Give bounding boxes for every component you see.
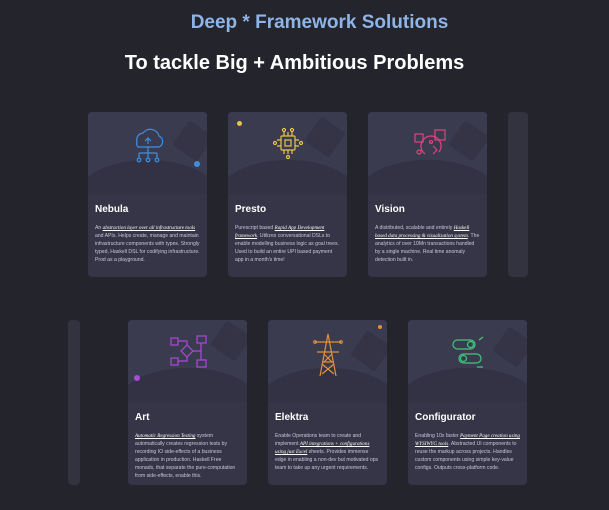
accent-dot [378,325,382,329]
card-presto[interactable]: Presto Purescript based Rapid App Develo… [228,112,347,277]
card-nebula[interactable]: Nebula An abstraction layer over all inf… [88,112,207,277]
card-description: Enable Operations team to create and imp… [275,433,379,471]
card-illustration [268,320,387,402]
card-partial-left [68,320,80,485]
section-kicker: Deep * Framework Solutions [190,12,449,33]
card-configurator[interactable]: Configurator Enabling 10x faster Payment… [408,320,527,485]
card-description: An abstraction layer over all infrastruc… [95,225,200,263]
card-description: A distributed, scalable and entirely Has… [375,225,480,263]
card-title: Configurator [415,412,476,423]
card-partial-right [508,112,528,277]
card-art[interactable]: Art Automatic Regression Testing system … [128,320,247,485]
card-title: Elektra [275,412,309,423]
card-illustration [368,112,487,194]
card-title: Nebula [95,204,129,215]
flow-diagram-icon [170,335,207,368]
card-title: Presto [235,204,267,215]
transmission-tower-icon [313,333,343,377]
card-description: Automatic Regression Testing system auto… [135,433,236,479]
section-headline: To tackle Big + Ambitious Problems [124,52,465,74]
cpu-chip-icon [272,127,304,160]
card-elektra[interactable]: Elektra Enable Operations team to create… [268,320,387,485]
card-link[interactable]: Automatic Regression Testing [135,433,195,439]
accent-dot [134,375,140,381]
card-illustration [228,112,347,194]
card-description: Enabling 10x faster Payment Page creatio… [415,433,520,471]
cloud-network-icon [136,128,164,163]
card-illustration [128,320,247,402]
accent-dot [237,121,242,126]
card-title: Vision [375,204,405,215]
card-vision[interactable]: Vision A distributed, scalable and entir… [368,112,487,277]
card-illustration [88,112,207,194]
toggle-switch-icon [452,336,484,368]
card-title: Art [135,412,150,423]
card-description: Purescript based Rapid App Development f… [235,225,339,263]
card-illustration [408,320,527,402]
data-processing-icon [414,129,446,155]
accent-dot [194,161,200,167]
card-link[interactable]: abstraction layer over all infrastructur… [103,225,195,231]
